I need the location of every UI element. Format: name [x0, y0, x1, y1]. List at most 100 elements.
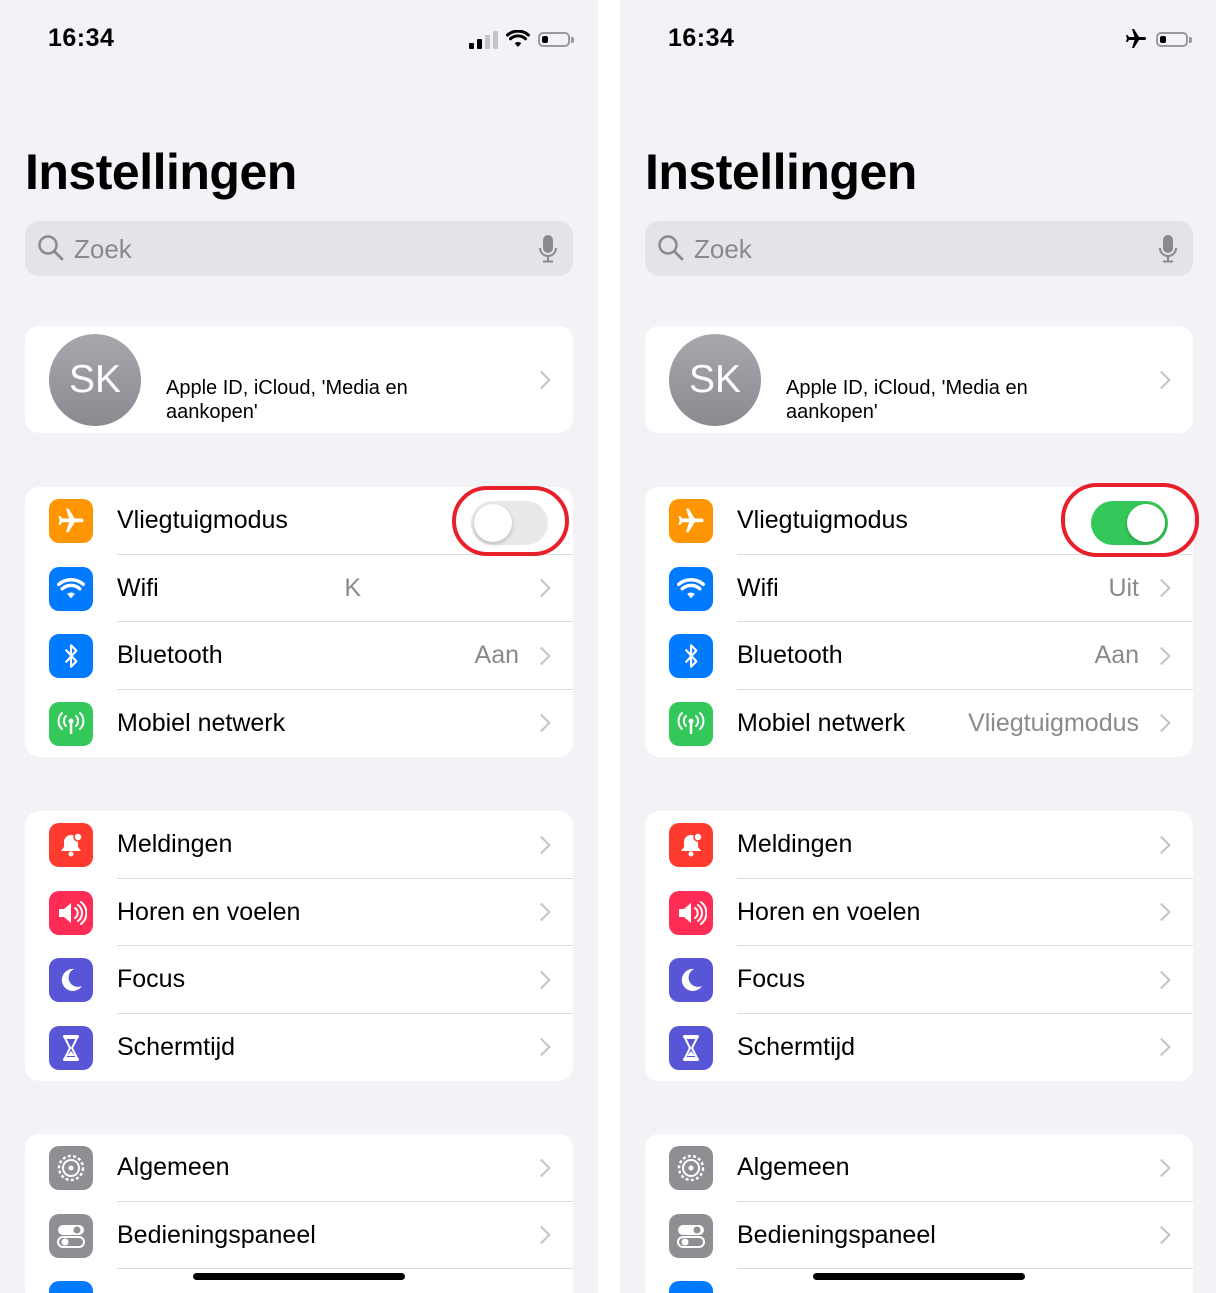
row-label: Algemeen: [117, 1153, 230, 1181]
chevron-right-icon: [532, 1158, 551, 1177]
antenna-icon: [669, 701, 713, 746]
wifi-icon: [669, 566, 713, 611]
row-label: Focus: [737, 965, 806, 993]
chevron-right-icon: [1152, 970, 1171, 989]
row-label: Wifi: [737, 573, 779, 602]
row-value: K: [344, 573, 361, 602]
airplane-icon: [1126, 29, 1146, 48]
hourglass-icon: [669, 1025, 713, 1070]
row-bedieningspaneel[interactable]: Bedieningspaneel: [25, 1202, 573, 1269]
notifications-group: Meldingen Horen en voelen Focus Schermti…: [25, 811, 573, 1081]
search-field[interactable]: Zoek: [645, 221, 1193, 276]
moon-icon: [669, 958, 713, 1002]
gear-icon: [49, 1146, 93, 1190]
status-time: 16:34: [48, 24, 115, 52]
profile-subtitle: Apple ID, iCloud, 'Media en aankopen': [786, 377, 1028, 423]
row-meldingen[interactable]: Meldingen: [25, 811, 573, 879]
avatar: SK: [49, 334, 141, 426]
chevron-right-icon: [532, 714, 551, 733]
row-value: Aan: [474, 641, 519, 669]
row-bedieningspaneel[interactable]: Bedieningspaneel: [645, 1202, 1193, 1269]
speaker-icon: [49, 890, 93, 935]
search-placeholder: Zoek: [694, 234, 752, 264]
row-label: Schermtijd: [117, 1032, 236, 1061]
profile-subtitle: Apple ID, iCloud, 'Media en aankopen': [166, 377, 408, 423]
search-icon: [658, 235, 684, 261]
row-mobiel-netwerk[interactable]: Mobiel netwerk Vliegtuigmodus: [645, 690, 1193, 758]
status-icons: [1124, 26, 1192, 52]
chevron-right-icon: [1152, 579, 1171, 598]
highlight-circle: [1061, 483, 1199, 557]
row-focus[interactable]: Focus: [645, 946, 1193, 1014]
row-label: Vliegtuigmodus: [117, 506, 288, 534]
battery-icon: [1156, 31, 1192, 47]
row-label: Bluetooth: [737, 641, 843, 669]
row-schermtijd[interactable]: Schermtijd: [25, 1014, 573, 1082]
row-bluetooth[interactable]: Bluetooth Aan: [25, 622, 573, 690]
row-label: Mobiel netwerk: [737, 708, 906, 737]
row-wifi[interactable]: Wifi K: [25, 555, 573, 622]
general-group: Algemeen Bedieningspaneel: [25, 1134, 573, 1293]
antenna-icon: [49, 701, 93, 746]
chevron-right-icon: [1152, 370, 1171, 389]
row-label: Focus: [117, 965, 186, 993]
avatar: SK: [669, 334, 761, 426]
chevron-right-icon: [1152, 1158, 1171, 1177]
row-label: Meldingen: [117, 830, 233, 858]
row-label: Horen en voelen: [117, 897, 301, 926]
status-time: 16:34: [668, 24, 735, 52]
row-horen-en-voelen[interactable]: Horen en voelen: [25, 879, 573, 946]
microphone-icon[interactable]: [538, 234, 558, 264]
chevron-right-icon: [1152, 1226, 1171, 1245]
row-schermtijd[interactable]: Schermtijd: [645, 1014, 1193, 1082]
chevron-right-icon: [532, 1226, 551, 1245]
row-label: Bedieningspaneel: [737, 1220, 936, 1249]
row-bluetooth[interactable]: Bluetooth Aan: [645, 622, 1193, 690]
chevron-right-icon: [532, 646, 551, 665]
microphone-icon[interactable]: [1158, 234, 1178, 264]
battery-icon: [538, 31, 574, 47]
hourglass-icon: [49, 1025, 93, 1070]
apple-id-profile-row[interactable]: SK Apple ID, iCloud, 'Media en aankopen': [25, 326, 573, 433]
row-label: Horen en voelen: [737, 897, 921, 926]
settings-screen-airplane-on: 16:34 Instellingen Zoek SK Apple ID, iCl…: [620, 0, 1216, 1293]
chevron-right-icon: [1152, 903, 1171, 922]
row-label: Algemeen: [737, 1153, 850, 1181]
notifications-group: Meldingen Horen en voelen Focus Schermti…: [645, 811, 1193, 1081]
search-icon: [38, 235, 64, 261]
chevron-right-icon: [532, 835, 551, 854]
apple-id-profile-row[interactable]: SK Apple ID, iCloud, 'Media en aankopen': [645, 326, 1193, 433]
row-value: Vliegtuigmodus: [968, 708, 1139, 737]
row-algemeen[interactable]: Algemeen: [645, 1134, 1193, 1202]
bell-icon: [669, 823, 713, 867]
chevron-right-icon: [532, 1038, 551, 1057]
display-icon: [49, 1281, 93, 1293]
row-meldingen[interactable]: Meldingen: [645, 811, 1193, 879]
bluetooth-icon: [669, 634, 713, 678]
row-wifi[interactable]: Wifi Uit: [645, 555, 1193, 622]
row-value: Aan: [1094, 641, 1139, 669]
chevron-right-icon: [532, 579, 551, 598]
row-label: Schermtijd: [737, 1032, 856, 1061]
chevron-right-icon: [532, 370, 551, 389]
chevron-right-icon: [1152, 646, 1171, 665]
chevron-right-icon: [532, 970, 551, 989]
status-icons: [469, 26, 574, 52]
speaker-icon: [669, 890, 713, 935]
highlight-circle: [452, 486, 569, 556]
wifi-icon: [506, 30, 530, 47]
row-algemeen[interactable]: Algemeen: [25, 1134, 573, 1202]
row-label: Meldingen: [737, 830, 853, 858]
switches-icon: [669, 1213, 713, 1258]
bluetooth-icon: [49, 634, 93, 678]
row-label: Bluetooth: [117, 641, 223, 669]
row-focus[interactable]: Focus: [25, 946, 573, 1014]
page-title: Instellingen: [645, 144, 917, 200]
general-group: Algemeen Bedieningspaneel: [645, 1134, 1193, 1293]
row-value: Uit: [1108, 573, 1139, 602]
search-field[interactable]: Zoek: [25, 221, 573, 276]
row-horen-en-voelen[interactable]: Horen en voelen: [645, 879, 1193, 946]
row-mobiel-netwerk[interactable]: Mobiel netwerk: [25, 690, 573, 758]
row-label: Mobiel netwerk: [117, 708, 286, 737]
bell-icon: [49, 823, 93, 867]
